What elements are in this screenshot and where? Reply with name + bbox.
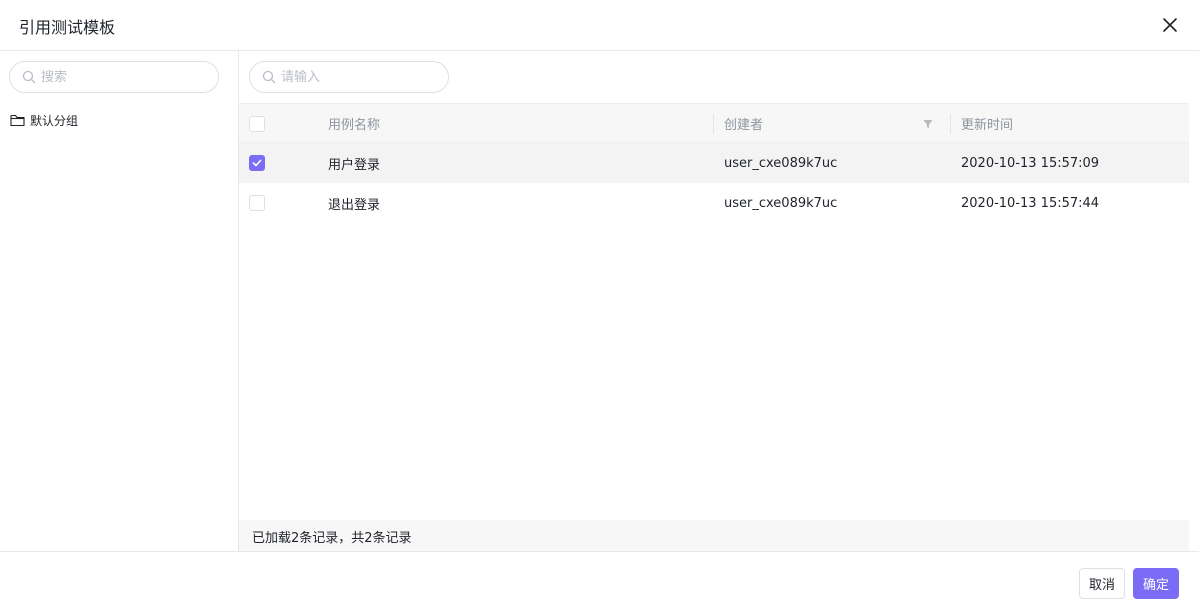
check-icon <box>252 159 262 167</box>
table-header: 用例名称 创建者 更新时间 <box>239 103 1189 143</box>
case-table: 用例名称 创建者 更新时间 用户登录 user_cxe089k7uc 2020-… <box>239 103 1189 223</box>
group-panel: 默认分组 <box>0 51 239 551</box>
case-updated: 2020-10-13 15:57:09 <box>961 155 1100 171</box>
case-creator: user_cxe089k7uc <box>724 155 838 171</box>
row-checkbox[interactable] <box>249 195 265 211</box>
dialog-header: 引用测试模板 <box>0 0 1199 51</box>
case-name: 退出登录 <box>328 197 381 213</box>
record-count-text: 已加载2条记录，共2条记录 <box>252 531 412 546</box>
select-all-checkbox[interactable] <box>249 116 265 132</box>
tree-item-label: 默认分组 <box>30 113 79 128</box>
header-creator[interactable]: 创建者 <box>724 104 763 142</box>
table-row[interactable]: 用户登录 user_cxe089k7uc 2020-10-13 15:57:09 <box>239 143 1189 183</box>
case-creator: user_cxe089k7uc <box>724 195 838 211</box>
search-icon <box>22 70 36 84</box>
confirm-button[interactable]: 确定 <box>1133 568 1179 599</box>
search-icon <box>262 70 276 84</box>
cancel-button[interactable]: 取消 <box>1079 568 1125 599</box>
reference-template-dialog: 引用测试模板 默认分组 <box>0 0 1199 613</box>
table-row[interactable]: 退出登录 user_cxe089k7uc 2020-10-13 15:57:44 <box>239 183 1189 223</box>
tree-item-default-group[interactable]: 默认分组 <box>10 111 78 129</box>
record-count-bar: 已加载2条记录，共2条记录 <box>239 520 1189 551</box>
group-search[interactable] <box>9 61 219 93</box>
filter-icon[interactable] <box>922 118 934 130</box>
case-panel: 用例名称 创建者 更新时间 用户登录 user_cxe089k7uc 2020-… <box>239 51 1199 551</box>
folder-icon <box>10 114 25 126</box>
dialog-title: 引用测试模板 <box>19 18 116 37</box>
header-name[interactable]: 用例名称 <box>328 104 380 142</box>
case-name: 用户登录 <box>328 157 381 173</box>
column-divider[interactable] <box>713 114 714 134</box>
dialog-footer: 取消 确定 <box>0 551 1199 613</box>
column-divider[interactable] <box>950 114 951 134</box>
header-updated[interactable]: 更新时间 <box>961 104 1013 142</box>
case-updated: 2020-10-13 15:57:44 <box>961 195 1100 211</box>
case-search-input[interactable] <box>281 67 441 87</box>
close-icon[interactable] <box>1161 16 1179 34</box>
group-search-input[interactable] <box>41 67 211 87</box>
row-checkbox[interactable] <box>249 155 265 171</box>
case-search[interactable] <box>249 61 449 93</box>
